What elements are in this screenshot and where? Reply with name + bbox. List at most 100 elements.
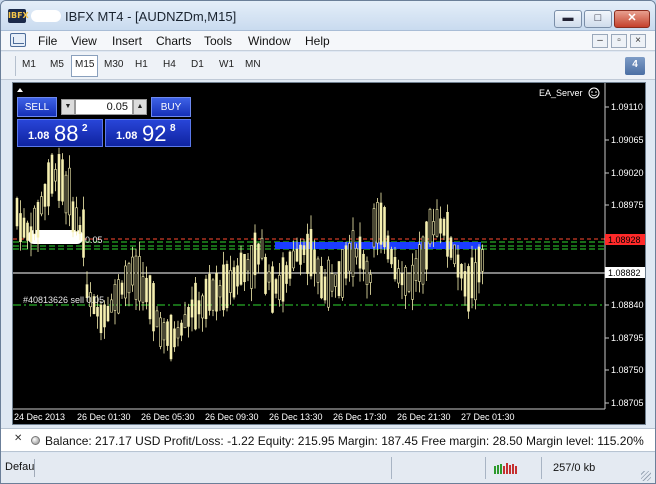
chart-window-icon[interactable] [10, 33, 26, 47]
candle-body [362, 253, 365, 270]
candle-body [29, 226, 33, 243]
candle-body [134, 255, 138, 300]
candle-body [183, 314, 187, 329]
candle-body [414, 258, 418, 281]
sell-price-fraction: 2 [82, 123, 88, 134]
candle-body [169, 314, 173, 360]
profile-name[interactable]: Default [5, 459, 35, 477]
candle-body [127, 263, 131, 294]
tf-h1[interactable]: H1 [135, 59, 148, 70]
mdi-minimize-button[interactable]: – [592, 34, 608, 48]
candle-body [47, 162, 50, 207]
app-logo-icon: IBFX [8, 9, 29, 23]
candle-body [327, 259, 330, 308]
price-tick-label: 1.09065 [611, 135, 644, 145]
candle-body [285, 265, 288, 284]
menu-file[interactable]: File [38, 34, 57, 48]
tf-m30[interactable]: M30 [104, 59, 123, 70]
candle-body [281, 257, 285, 302]
candle-body [449, 237, 453, 258]
candle-body [82, 209, 85, 258]
notification-icon[interactable]: 4 [625, 57, 645, 75]
candle-body [397, 268, 400, 284]
mdi-restore-button[interactable]: ▫ [611, 34, 627, 48]
tf-m15[interactable]: M15 [75, 59, 94, 70]
candle-body [187, 307, 190, 327]
candle-body [43, 184, 47, 207]
candlesticks [15, 147, 484, 362]
minimize-button[interactable]: ▬ [554, 10, 582, 28]
buy-quote[interactable]: 1.08 92 8 [105, 119, 191, 147]
sell-quote[interactable]: 1.08 88 2 [17, 119, 103, 147]
candle-body [36, 202, 40, 238]
scroll-arrow-icon[interactable] [17, 88, 23, 92]
time-axis: 24 Dec 2013 26 Dec 01:30 26 Dec 05:30 26 De… [14, 412, 515, 422]
lot-size-input[interactable]: 0.05 [75, 99, 133, 115]
redacted-label [28, 230, 83, 244]
candle-body [330, 273, 334, 292]
candle-body [393, 257, 397, 280]
candle-body [355, 248, 358, 258]
candle-body [166, 321, 169, 346]
terminal-close-icon[interactable]: ✕ [14, 433, 22, 444]
candle-body [173, 328, 176, 348]
candle-body [194, 282, 197, 330]
time-tick-label: 26 Dec 09:30 [205, 412, 259, 422]
candle-body [110, 299, 113, 313]
mdi-close-button[interactable]: × [630, 34, 646, 48]
menu-charts[interactable]: Charts [156, 34, 191, 48]
lot-increase-button[interactable]: ▲ [133, 99, 147, 115]
sell-button[interactable]: SELL [17, 97, 57, 117]
candle-body [302, 245, 306, 256]
candle-body [435, 209, 439, 237]
candle-body [372, 208, 376, 248]
candle-body [341, 249, 344, 298]
candle-body [236, 265, 239, 287]
candle-body [446, 211, 449, 257]
tf-mn[interactable]: MN [245, 59, 261, 70]
candle-body [99, 304, 103, 334]
candle-body [274, 279, 278, 294]
resize-grip[interactable] [641, 471, 651, 481]
candle-body [348, 243, 351, 272]
tf-m5[interactable]: M5 [50, 59, 64, 70]
tf-w1[interactable]: W1 [219, 59, 234, 70]
menu-view[interactable]: View [71, 34, 97, 48]
lot-decrease-button[interactable]: ▼ [61, 99, 75, 115]
candle-body [351, 230, 355, 277]
candle-body [50, 154, 54, 194]
buy-button[interactable]: BUY [151, 97, 191, 117]
buy-price-pips: 92 [142, 121, 167, 146]
tf-h4[interactable]: H4 [163, 59, 176, 70]
menu-insert[interactable]: Insert [112, 34, 142, 48]
candle-body [453, 244, 456, 265]
smiley-mouth [591, 94, 597, 97]
price-chart[interactable]: 1.09110 1.09065 1.09020 1.08975 1.08840 1.087… [12, 82, 646, 425]
ask-price-marker-text: 1.08928 [608, 235, 641, 245]
candle-body [64, 174, 68, 214]
candle-body [309, 229, 313, 277]
candle-body [344, 245, 348, 279]
ea-label: EA_Server [539, 88, 583, 98]
tf-m1[interactable]: M1 [22, 59, 36, 70]
time-tick-label: 26 Dec 13:30 [269, 412, 323, 422]
candle-body [246, 259, 250, 272]
candle-body [190, 299, 194, 318]
menu-window[interactable]: Window [248, 34, 291, 48]
tf-d1[interactable]: D1 [191, 59, 204, 70]
maximize-button[interactable]: □ [584, 10, 612, 28]
menu-bar: File View Insert Charts Tools Window Hel… [1, 31, 655, 51]
toolbar-grip [15, 56, 16, 76]
menu-help[interactable]: Help [305, 34, 330, 48]
candle-body [180, 322, 183, 336]
connection-traffic: 257/0 kb [553, 462, 596, 474]
candle-body [271, 266, 274, 313]
smiley-face-icon[interactable] [588, 87, 600, 99]
close-button[interactable]: ✕ [614, 10, 650, 28]
time-tick-label: 26 Dec 01:30 [77, 412, 131, 422]
candle-body [320, 265, 323, 299]
menu-tools[interactable]: Tools [204, 34, 232, 48]
candle-body [225, 263, 229, 309]
title-bar[interactable]: IBFX IBFX MT4 - [AUDNZDm,M15] ▬ □ ✕ [1, 1, 655, 31]
candle-body [376, 202, 379, 244]
